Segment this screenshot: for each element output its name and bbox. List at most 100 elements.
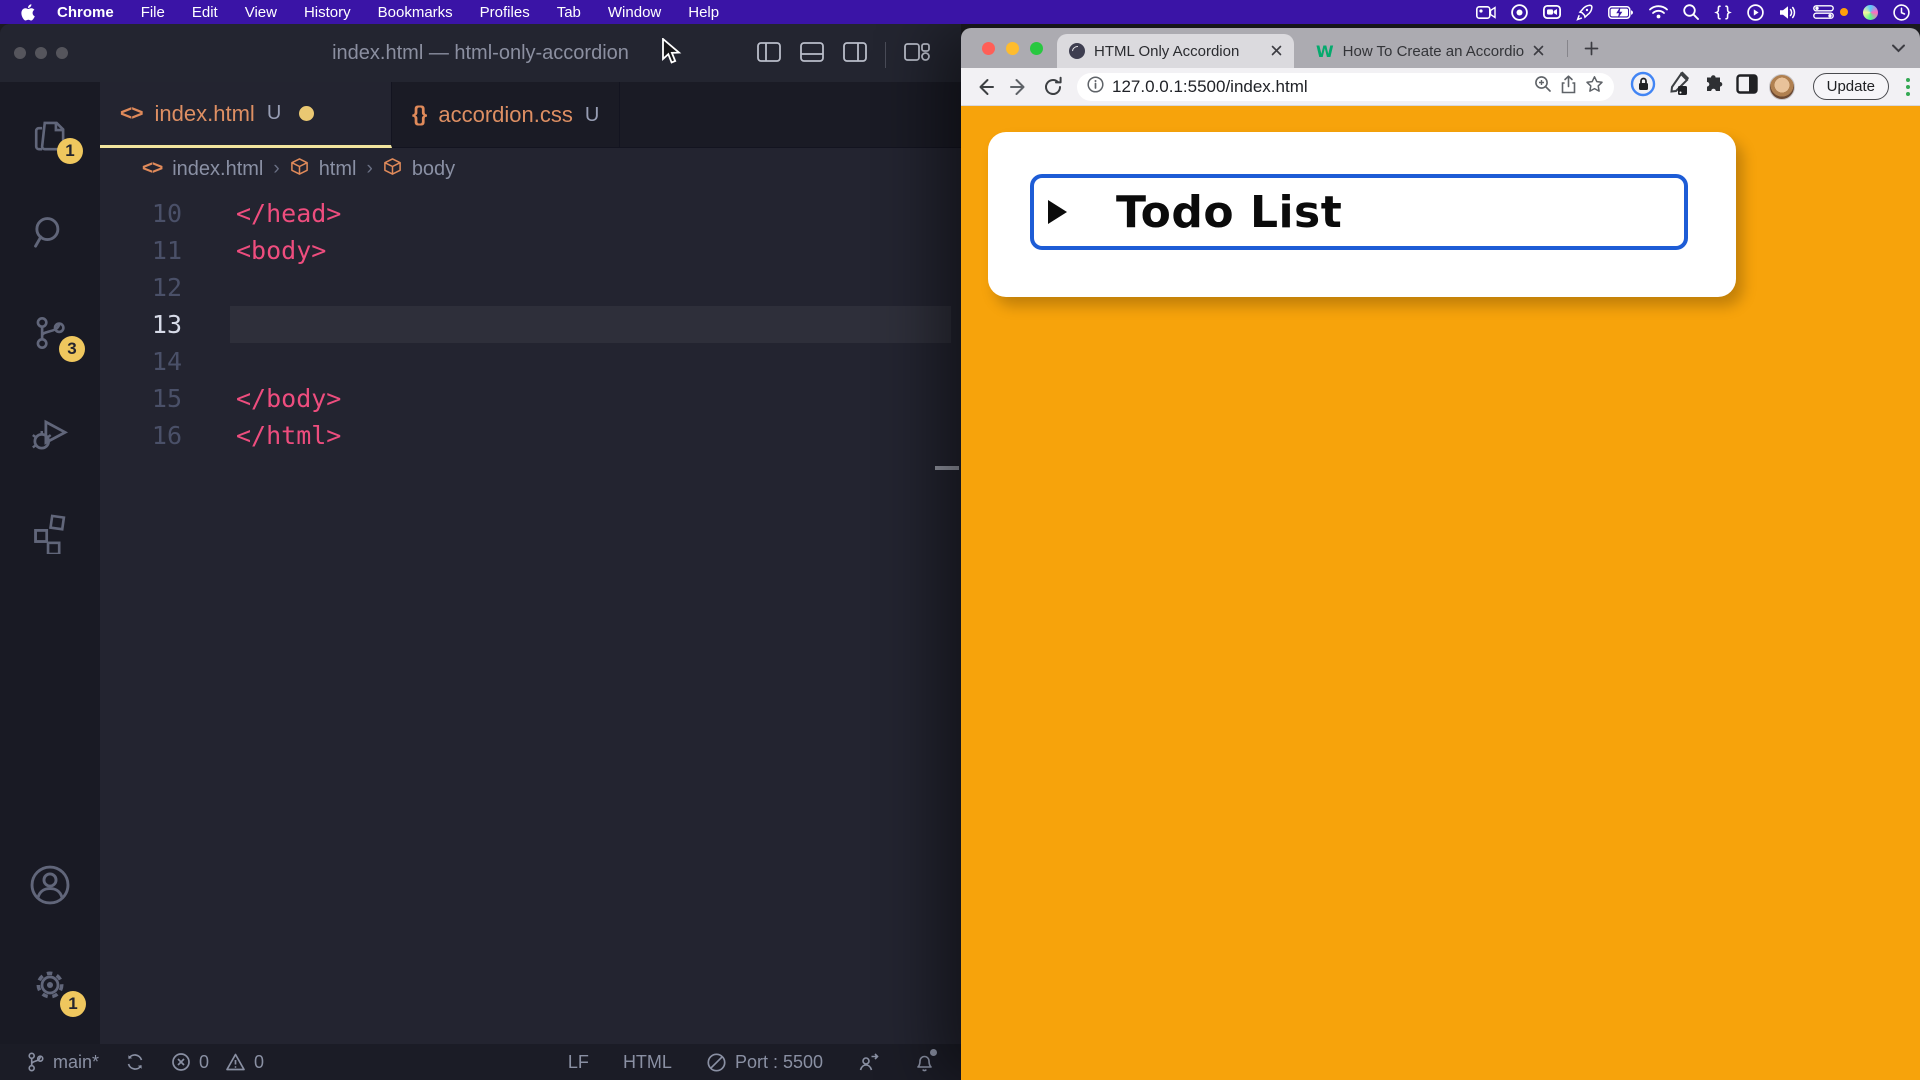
clock-icon[interactable] (1893, 4, 1910, 21)
forward-button[interactable] (1005, 73, 1033, 101)
feedback-icon[interactable] (857, 1052, 880, 1073)
rocket-icon[interactable] (1576, 4, 1593, 21)
explorer-view-button[interactable]: 1 (0, 100, 100, 172)
reload-button[interactable] (1039, 73, 1067, 101)
menu-window[interactable]: Window (608, 4, 661, 21)
zoom-page-icon[interactable] (1534, 75, 1552, 98)
share-icon[interactable] (1560, 75, 1577, 99)
notifications-bell-icon[interactable] (914, 1051, 935, 1073)
details-marker-triangle-icon[interactable] (1048, 200, 1067, 224)
extensions-view-button[interactable] (0, 497, 100, 569)
close-tab-icon[interactable] (1271, 43, 1282, 60)
play-circle-icon[interactable] (1747, 4, 1764, 21)
settings-gear-button[interactable]: 1 (0, 949, 100, 1021)
html-file-icon: <> (142, 158, 162, 180)
eyedropper-extension-icon[interactable] (1666, 71, 1691, 102)
close-window-button[interactable] (14, 47, 26, 59)
status-bar: main* 0 0 LF HTML Port : 5500 (0, 1044, 961, 1080)
run-debug-view-button[interactable] (0, 397, 100, 469)
video-camera-icon[interactable] (1476, 6, 1496, 19)
sync-changes-button[interactable] (125, 1052, 145, 1072)
record-icon[interactable] (1511, 4, 1528, 21)
url-text[interactable]: 127.0.0.1:5500/index.html (1112, 77, 1526, 97)
editor-group: <> index.html U {} accordion.css U <> in… (100, 82, 961, 1044)
menu-file[interactable]: File (141, 4, 165, 21)
menu-profiles[interactable]: Profiles (480, 4, 530, 21)
browser-tab-inactive[interactable]: W How To Create an Accordion (1306, 34, 1554, 68)
screen-share-icon[interactable] (1543, 5, 1561, 19)
minimize-window-button[interactable] (35, 47, 47, 59)
back-button[interactable] (971, 73, 999, 101)
zoom-window-button[interactable] (1030, 42, 1043, 55)
vscode-title-bar[interactable]: index.html — html-only-accordion (0, 24, 961, 82)
chrome-menu-icon[interactable] (1906, 78, 1910, 96)
site-info-icon[interactable] (1087, 76, 1104, 98)
apple-icon[interactable] (20, 4, 35, 21)
breadcrumb-file[interactable]: index.html (172, 158, 263, 181)
menu-help[interactable]: Help (688, 4, 719, 21)
menu-history[interactable]: History (304, 4, 351, 21)
globe-favicon (1069, 43, 1085, 59)
mouse-cursor (660, 38, 684, 71)
toggle-panel-icon[interactable] (799, 39, 825, 70)
toggle-primary-sidebar-icon[interactable] (756, 39, 782, 70)
app-menus: Chrome File Edit View History Bookmarks … (57, 4, 719, 21)
accordion-summary[interactable]: Todo List (1030, 174, 1688, 250)
braces-icon[interactable] (1714, 5, 1732, 20)
update-chrome-button[interactable]: Update (1813, 73, 1889, 100)
extensions-puzzle-icon[interactable] (1701, 72, 1725, 101)
close-tab-icon[interactable] (1533, 43, 1544, 60)
spotlight-search-icon[interactable] (1683, 4, 1699, 20)
problems-status[interactable]: 0 0 (171, 1052, 264, 1073)
wifi-icon[interactable] (1649, 5, 1668, 19)
profile-avatar[interactable] (1769, 74, 1795, 100)
html-file-icon: <> (120, 102, 143, 126)
siri-icon[interactable] (1863, 5, 1878, 20)
control-center-icon[interactable] (1813, 5, 1848, 19)
tab-accordion-css[interactable]: {} accordion.css U (392, 82, 620, 148)
browser-tab-active[interactable]: HTML Only Accordion (1057, 34, 1294, 68)
new-tab-button[interactable] (1579, 36, 1603, 60)
unsaved-changes-dot[interactable] (299, 106, 314, 121)
web-page: Todo List (961, 106, 1920, 1080)
bookmark-star-icon[interactable] (1585, 75, 1604, 99)
code-line: 12 (100, 269, 961, 306)
live-server-port[interactable]: Port : 5500 (706, 1052, 823, 1073)
tab-index-html[interactable]: <> index.html U (100, 82, 392, 148)
menu-view[interactable]: View (245, 4, 277, 21)
breadcrumb-html-node[interactable]: html (319, 158, 357, 181)
customize-layout-icon[interactable] (903, 39, 931, 70)
scrollbar-position-mark[interactable] (935, 466, 959, 470)
menu-bookmarks[interactable]: Bookmarks (378, 4, 453, 21)
notification-dot (930, 1049, 937, 1056)
volume-icon[interactable] (1779, 5, 1798, 20)
password-manager-extension-icon[interactable] (1630, 71, 1656, 102)
git-branch-status[interactable]: main* (26, 1051, 99, 1073)
code-line: 11<body> (100, 232, 961, 269)
tab-search-chevron-icon[interactable] (1891, 40, 1906, 58)
search-view-button[interactable] (0, 197, 100, 269)
warnings-icon (225, 1052, 246, 1072)
source-control-view-button[interactable]: 3 (0, 297, 100, 369)
eol-indicator[interactable]: LF (568, 1052, 589, 1073)
zoom-window-button[interactable] (56, 47, 68, 59)
language-mode-indicator[interactable]: HTML (623, 1052, 672, 1073)
menu-edit[interactable]: Edit (192, 4, 218, 21)
side-panel-icon[interactable] (1735, 72, 1759, 101)
editor-tab-bar: <> index.html U {} accordion.css U (100, 82, 961, 148)
close-window-button[interactable] (982, 42, 995, 55)
tab-title: HTML Only Accordion (1094, 43, 1262, 60)
battery-charging-icon[interactable] (1608, 6, 1634, 19)
minimize-window-button[interactable] (1006, 42, 1019, 55)
breadcrumb-body-node[interactable]: body (412, 158, 455, 181)
code-editor[interactable]: 10</head> 11<body> 12 13 14 15</body> 16… (100, 190, 961, 1044)
toggle-secondary-sidebar-icon[interactable] (842, 39, 868, 70)
git-status-letter: U (267, 102, 281, 125)
source-control-badge: 3 (59, 336, 85, 362)
circle-slash-icon (706, 1052, 727, 1073)
accounts-button[interactable] (0, 849, 100, 921)
address-bar[interactable]: 127.0.0.1:5500/index.html (1077, 73, 1614, 101)
activity-bar: 1 3 1 (0, 82, 100, 1044)
menu-chrome[interactable]: Chrome (57, 4, 114, 21)
menu-tab[interactable]: Tab (557, 4, 581, 21)
